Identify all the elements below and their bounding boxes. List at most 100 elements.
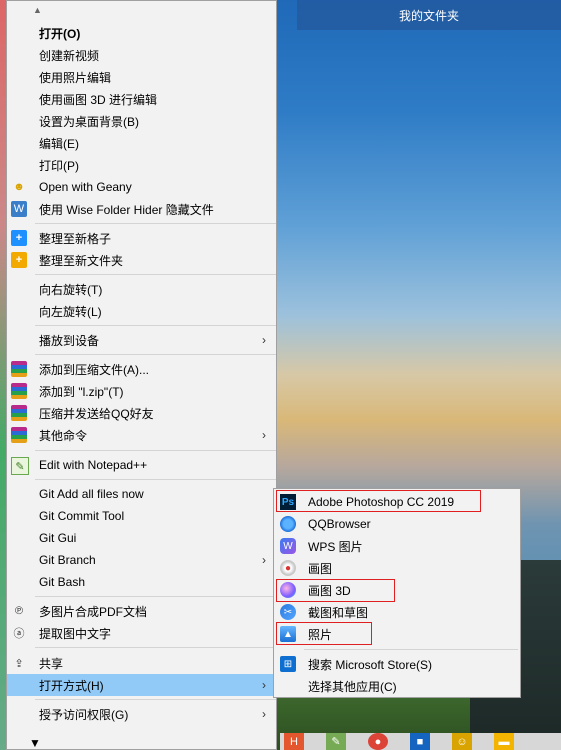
submenu-arrow-icon: › <box>262 333 266 347</box>
archive-icon <box>11 427 27 443</box>
menu-item-label: 授予访问权限(G) <box>39 707 129 722</box>
menu-item-open-with[interactable]: 打开方式(H) › <box>7 674 276 696</box>
menu-item-label: 使用画图 3D 进行编辑 <box>39 92 158 107</box>
submenu-item-label: 搜索 Microsoft Store(S) <box>308 657 433 672</box>
menu-item-create-video[interactable]: 创建新视频 <box>7 44 276 66</box>
menu-item-label: 其他命令 <box>39 428 88 443</box>
menu-item-label: Git Gui <box>39 531 77 545</box>
submenu-item-wps-pictures[interactable]: W WPS 图片 <box>274 535 520 557</box>
menu-item-rotate-right[interactable]: 向右旋转(T) <box>7 278 276 300</box>
menu-separator <box>35 596 276 597</box>
taskbar-geany-icon[interactable]: ☺ <box>452 733 472 750</box>
qqbrowser-icon <box>280 516 296 532</box>
context-menu: ▲ 打开(O) 创建新视频 使用照片编辑 使用画图 3D 进行编辑 设置为桌面背… <box>6 0 277 750</box>
menu-item-label: Edit with Notepad++ <box>39 458 148 472</box>
menu-item-edit-paint3d[interactable]: 使用画图 3D 进行编辑 <box>7 88 276 110</box>
pdf-merge-icon: ℗ <box>14 605 24 617</box>
menu-item-label: Git Add all files now <box>39 487 144 501</box>
menu-item-open[interactable]: 打开(O) <box>7 22 276 44</box>
microsoft-store-icon: ⊞ <box>280 656 296 672</box>
archive-icon <box>11 383 27 399</box>
submenu-item-label: QQBrowser <box>308 517 371 531</box>
submenu-item-qqbrowser[interactable]: QQBrowser <box>274 513 520 535</box>
menu-item-label: 编辑(E) <box>39 136 79 151</box>
menu-item-git-add-all[interactable]: Git Add all files now <box>7 483 276 505</box>
menu-separator <box>35 354 276 355</box>
wps-pictures-icon: W <box>280 538 296 554</box>
submenu-item-label: 选择其他应用(C) <box>308 679 397 694</box>
taskbar: H ✎ ● ■ ☺ ▬ <box>280 733 561 750</box>
submenu-arrow-icon: › <box>262 553 266 567</box>
menu-item-other-commands[interactable]: 其他命令 › <box>7 424 276 446</box>
menu-item-merge-pdf[interactable]: ℗ 多图片合成PDF文档 <box>7 600 276 622</box>
menu-item-edit[interactable]: 编辑(E) <box>7 132 276 154</box>
submenu-arrow-icon: › <box>262 428 266 442</box>
menu-item-cast-to-device[interactable]: 播放到设备 › <box>7 329 276 351</box>
ocr-icon: ⓐ <box>13 628 25 640</box>
menu-item-print[interactable]: 打印(P) <box>7 154 276 176</box>
menu-item-new-grid[interactable]: + 整理至新格子 <box>7 227 276 249</box>
menu-item-set-background[interactable]: 设置为桌面背景(B) <box>7 110 276 132</box>
notepadpp-icon: ✎ <box>11 457 29 475</box>
menu-item-give-access[interactable]: 授予访问权限(G) › <box>7 703 276 725</box>
geany-icon: ☻ <box>13 181 25 193</box>
menu-item-label: 多图片合成PDF文档 <box>39 604 148 619</box>
menu-item-extract-text[interactable]: ⓐ 提取图中文字 <box>7 622 276 644</box>
desktop-folder-label[interactable]: 我的文件夹 <box>297 0 561 30</box>
menu-item-label: 整理至新格子 <box>39 231 112 246</box>
share-icon: ⇪ <box>14 657 24 670</box>
taskbar-chrome-icon[interactable]: ● <box>368 733 388 750</box>
menu-item-label: Git Bash <box>39 575 86 589</box>
menu-item-add-to-zip[interactable]: 添加到 "l.zip"(T) <box>7 380 276 402</box>
menu-item-label: 整理至新文件夹 <box>39 253 124 268</box>
menu-item-label: 向左旋转(L) <box>39 304 102 319</box>
taskbar-folder-icon[interactable]: ▬ <box>494 733 514 750</box>
menu-item-label: 压缩并发送给QQ好友 <box>39 406 154 421</box>
wise-folder-hider-icon: W <box>11 201 27 217</box>
menu-item-share[interactable]: ⇪ 共享 <box>7 652 276 674</box>
submenu-item-search-store[interactable]: ⊞ 搜索 Microsoft Store(S) <box>274 653 520 675</box>
menu-item-label: 打开方式(H) <box>39 678 104 693</box>
submenu-item-paint[interactable]: ● 画图 <box>274 557 520 579</box>
taskbar-notepad-icon[interactable]: ✎ <box>326 733 346 750</box>
menu-item-label: 打印(P) <box>39 158 79 173</box>
annotation-box-photoshop <box>276 490 481 512</box>
scroll-down-arrow-icon[interactable]: ▼ <box>29 736 41 750</box>
submenu-item-snip-sketch[interactable]: ✂ 截图和草图 <box>274 601 520 623</box>
menu-separator <box>35 223 276 224</box>
menu-item-wise-folder-hider[interactable]: W 使用 Wise Folder Hider 隐藏文件 <box>7 198 276 220</box>
menu-item-edit-photos[interactable]: 使用照片编辑 <box>7 66 276 88</box>
submenu-item-label: 截图和草图 <box>308 605 369 620</box>
menu-item-label: Open with Geany <box>39 180 132 194</box>
menu-item-label: 播放到设备 <box>39 333 100 348</box>
menu-item-add-to-archive[interactable]: 添加到压缩文件(A)... <box>7 358 276 380</box>
menu-item-label: 共享 <box>39 656 64 671</box>
submenu-item-choose-other-app[interactable]: 选择其他应用(C) <box>274 675 520 697</box>
menu-item-new-folder[interactable]: + 整理至新文件夹 <box>7 249 276 271</box>
menu-item-git-gui[interactable]: Git Gui <box>7 527 276 549</box>
scroll-up-arrow-icon[interactable]: ▲ <box>33 5 42 15</box>
menu-item-rotate-left[interactable]: 向左旋转(L) <box>7 300 276 322</box>
menu-item-git-commit[interactable]: Git Commit Tool <box>7 505 276 527</box>
menu-item-label: Git Branch <box>39 553 96 567</box>
menu-item-git-branch[interactable]: Git Branch › <box>7 549 276 571</box>
menu-item-label: 提取图中文字 <box>39 626 112 641</box>
archive-icon <box>11 361 27 377</box>
menu-item-label: 添加到 "l.zip"(T) <box>39 384 124 399</box>
menu-item-open-geany[interactable]: ☻ Open with Geany <box>7 176 276 198</box>
submenu-arrow-icon: › <box>262 707 266 721</box>
menu-item-git-bash[interactable]: Git Bash <box>7 571 276 593</box>
paint-icon: ● <box>280 560 296 576</box>
menu-item-label: 使用照片编辑 <box>39 70 112 85</box>
menu-item-notepadpp[interactable]: ✎ Edit with Notepad++ <box>7 454 276 476</box>
menu-separator <box>35 647 276 648</box>
menu-item-label: 添加到压缩文件(A)... <box>39 362 149 377</box>
menu-separator <box>35 325 276 326</box>
menu-item-compress-send-qq[interactable]: 压缩并发送给QQ好友 <box>7 402 276 424</box>
blue-plus-icon: + <box>11 230 27 246</box>
taskbar-app-icon[interactable]: H <box>284 733 304 750</box>
menu-item-label: 向右旋转(T) <box>39 282 103 297</box>
taskbar-app2-icon[interactable]: ■ <box>410 733 430 750</box>
archive-icon <box>11 405 27 421</box>
menu-separator <box>35 450 276 451</box>
